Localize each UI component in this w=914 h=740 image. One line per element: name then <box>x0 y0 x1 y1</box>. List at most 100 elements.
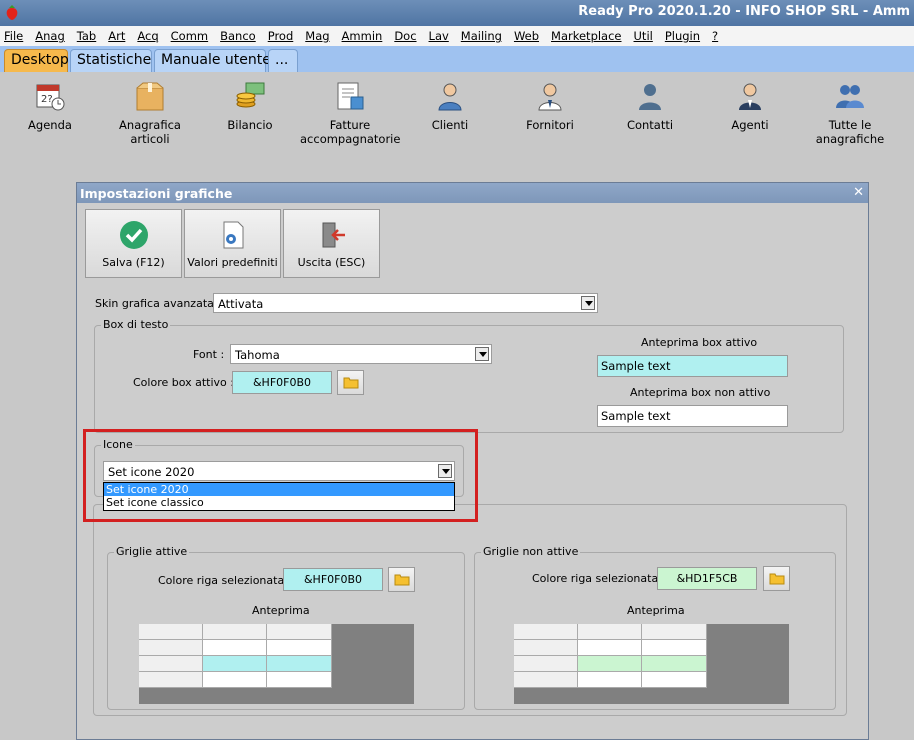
defaults-button[interactable]: Valori predefiniti <box>184 209 281 278</box>
desktop-icon-contatti[interactable]: Contatti <box>600 80 700 132</box>
menu-banco[interactable]: Banco <box>220 29 256 43</box>
active-color-label: Colore box attivo : <box>133 376 234 389</box>
menu-doc[interactable]: Doc <box>394 29 416 43</box>
inactive-grids-group-title: Griglie non attive <box>481 545 581 558</box>
dialog-title: Impostazioni grafiche <box>80 186 233 201</box>
pick-active-color-button[interactable] <box>337 370 364 395</box>
pick-active-row-color-button[interactable] <box>388 567 415 592</box>
pick-inactive-row-color-button[interactable] <box>763 566 790 591</box>
menu-web[interactable]: Web <box>514 29 539 43</box>
inactive-grid-preview <box>514 624 789 704</box>
menu-marketplace[interactable]: Marketplace <box>551 29 621 43</box>
invoice-icon <box>337 82 364 110</box>
chevron-down-icon <box>475 347 489 361</box>
dialog-title-bar: Impostazioni grafiche ✕ <box>77 183 868 203</box>
defaults-button-label: Valori predefiniti <box>187 256 278 269</box>
exit-door-icon <box>322 222 345 248</box>
inactive-row-color-field[interactable]: &HD1F5CB <box>657 567 757 590</box>
exit-button-label: Uscita (ESC) <box>297 256 366 269</box>
preview-inactive-label: Anteprima box non attivo <box>630 386 771 399</box>
document-gear-icon <box>223 221 243 249</box>
desktop-icon-agenda[interactable]: 2? Agenda <box>0 80 100 132</box>
skin-select[interactable]: Attivata <box>213 293 598 313</box>
skin-label: Skin grafica avanzata : <box>95 297 222 310</box>
desktop-icon-fornitori[interactable]: Fornitori <box>500 80 600 132</box>
font-select-value: Tahoma <box>235 348 280 362</box>
active-grid-preview <box>139 624 414 704</box>
menu-mag[interactable]: Mag <box>305 29 329 43</box>
active-row-color-field[interactable]: &HF0F0B0 <box>283 568 383 591</box>
desktop-icon-fatture-accompagnatorie[interactable]: Fatture accompagnatorie <box>300 80 400 146</box>
menu-file[interactable]: File <box>4 29 23 43</box>
menu-acq[interactable]: Acq <box>137 29 158 43</box>
desktop-icon-label: Fatture accompagnatorie <box>300 118 401 146</box>
svg-text:2?: 2? <box>41 94 53 105</box>
menu-art[interactable]: Art <box>108 29 125 43</box>
money-icon <box>236 82 265 108</box>
menu-lav[interactable]: Lav <box>429 29 449 43</box>
menu-util[interactable]: Util <box>634 29 653 43</box>
desktop-icon-label: Bilancio <box>227 118 273 132</box>
tab-manuale-utente[interactable]: Manuale utente <box>154 49 271 72</box>
desktop-icon-label: Anagrafica articoli <box>119 118 181 146</box>
clients-icon <box>438 83 462 111</box>
skin-select-value: Attivata <box>218 297 264 311</box>
save-button[interactable]: Salva (F12) <box>85 209 182 278</box>
strawberry-icon <box>6 5 18 20</box>
menu-bar: File Anag Tab Art Acq Comm Banco Prod Ma… <box>0 26 914 46</box>
inactive-row-color-label: Colore riga selezionata : <box>532 572 666 585</box>
preview-active-label: Anteprima box attivo <box>641 336 758 349</box>
folder-icon <box>343 377 358 389</box>
desktop-icon-label: Agenda <box>28 118 72 132</box>
highlight-frame <box>83 429 478 522</box>
desktop-icon-agenti[interactable]: Agenti <box>700 80 800 132</box>
preview-inactive-box: Sample text <box>597 405 788 427</box>
suppliers-icon <box>538 83 562 111</box>
tab-bar: Desktop Statistiche Manuale utente ... <box>0 46 914 72</box>
menu-comm[interactable]: Comm <box>171 29 208 43</box>
exit-button[interactable]: Uscita (ESC) <box>283 209 380 278</box>
tab-desktop[interactable]: Desktop <box>4 49 69 72</box>
folder-icon <box>769 573 784 585</box>
menu-help[interactable]: ? <box>712 29 718 43</box>
active-preview-label: Anteprima <box>252 604 310 617</box>
menu-plugin[interactable]: Plugin <box>665 29 700 43</box>
desktop-icon-label: Fornitori <box>526 118 574 132</box>
all-registries-icon <box>836 85 864 108</box>
checkmark-icon <box>119 221 148 249</box>
font-label: Font : <box>193 348 225 361</box>
desktop-icon-tutte-le-anagrafiche[interactable]: Tutte le anagrafiche <box>800 80 900 146</box>
menu-anag[interactable]: Anag <box>35 29 65 43</box>
menu-prod[interactable]: Prod <box>268 29 294 43</box>
desktop-icon-label: Agenti <box>731 118 769 132</box>
textbox-group-title: Box di testo <box>101 318 171 331</box>
preview-active-box: Sample text <box>597 355 788 377</box>
window-title: Ready Pro 2020.1.20 - INFO SHOP SRL - Am… <box>578 4 910 19</box>
menu-mailing[interactable]: Mailing <box>461 29 502 43</box>
active-row-color-label: Colore riga selezionata : <box>158 574 292 587</box>
desktop-icon-bilancio[interactable]: Bilancio <box>200 80 300 132</box>
contacts-icon <box>639 84 661 110</box>
desktop-icon-label: Tutte le anagrafiche <box>815 118 885 146</box>
active-color-field[interactable]: &HF0F0B0 <box>232 371 332 394</box>
calendar-icon: 2? <box>36 84 65 111</box>
desktop-icon-label: Clienti <box>431 118 469 132</box>
agents-icon <box>739 83 761 110</box>
close-icon[interactable]: ✕ <box>853 185 864 200</box>
box-icon <box>136 82 164 111</box>
desktop-icon-anagrafica-articoli[interactable]: Anagrafica articoli <box>100 80 200 146</box>
chevron-down-icon <box>581 296 595 310</box>
save-button-label: Salva (F12) <box>102 256 165 269</box>
menu-tab[interactable]: Tab <box>77 29 96 43</box>
font-select[interactable]: Tahoma <box>230 344 492 364</box>
menu-ammin[interactable]: Ammin <box>342 29 383 43</box>
tab-statistiche[interactable]: Statistiche <box>70 49 152 72</box>
tab-more[interactable]: ... <box>268 49 298 72</box>
desktop-icon-label: Contatti <box>626 118 674 132</box>
folder-icon <box>394 574 409 586</box>
active-grids-group-title: Griglie attive <box>114 545 190 558</box>
desktop-icon-clienti[interactable]: Clienti <box>400 80 500 132</box>
graphics-settings-dialog: Impostazioni grafiche ✕ Salva (F12) Valo… <box>76 182 869 740</box>
title-bar: Ready Pro 2020.1.20 - INFO SHOP SRL - Am… <box>0 0 914 26</box>
inactive-preview-label: Anteprima <box>627 604 685 617</box>
